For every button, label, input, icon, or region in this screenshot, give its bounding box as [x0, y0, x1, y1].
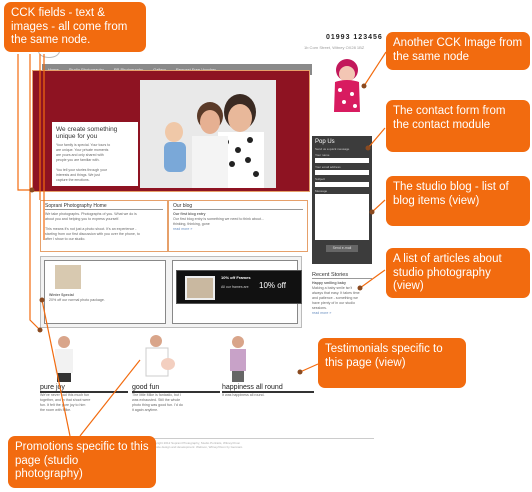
callout-connectors: [17, 51, 387, 437]
callout-promotions: Promotions specific to this page (studio…: [8, 436, 156, 488]
callout-blog: The studio blog - list of blog items (vi…: [386, 176, 530, 226]
callout-testimonials: Testimonials specific to this page (view…: [318, 338, 466, 388]
callout-another-cck: Another CCK Image from the same node: [386, 32, 530, 70]
callout-cck-fields: CCK fields - text & images - all come fr…: [4, 2, 146, 52]
callout-contact-form: The contact form from the contact module: [386, 100, 530, 152]
callout-articles: A list of articles about studio photogra…: [386, 248, 530, 298]
